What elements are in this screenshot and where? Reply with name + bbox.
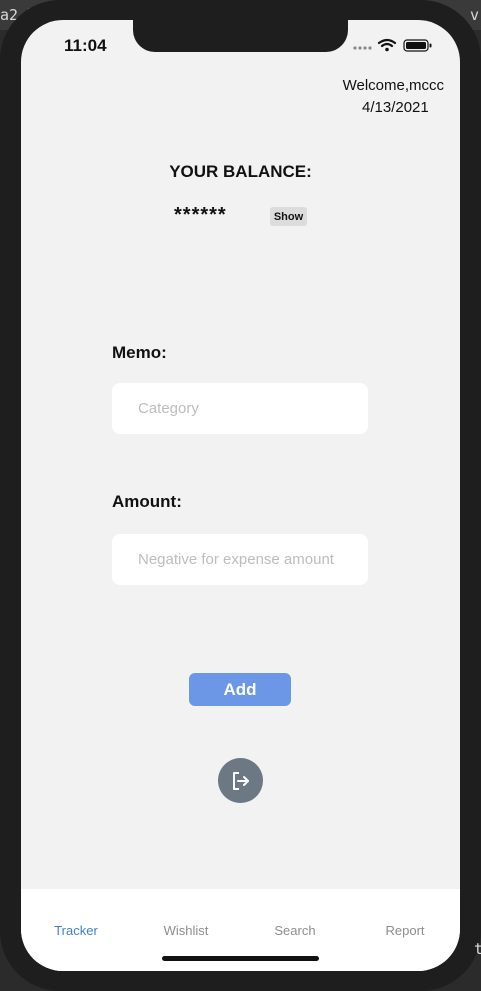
current-date: 4/13/2021 [362,99,429,116]
amount-input[interactable] [112,534,368,585]
app-screen: 11:04 Welcome,mccc 4/13/2021 YOUR BALANC… [21,20,460,971]
wifi-icon [377,38,397,52]
memo-label: Memo: [112,343,167,362]
home-indicator [162,956,319,961]
status-icons [353,38,432,52]
tab-tracker[interactable]: Tracker [21,923,131,938]
show-balance-button[interactable]: Show [270,207,307,226]
add-button[interactable]: Add [189,673,291,706]
signal-icon [353,46,372,50]
memo-input[interactable] [112,383,368,434]
welcome-text: Welcome,mccc [342,77,444,94]
balance-value-masked: ****** [174,204,227,226]
tab-search[interactable]: Search [240,923,350,938]
status-time: 11:04 [64,36,107,55]
background-text-right-lower: t [474,940,481,958]
logout-button[interactable] [218,758,263,803]
tab-wishlist[interactable]: Wishlist [131,923,241,938]
device-notch [133,20,348,52]
logout-icon [232,771,249,790]
background-text-right: v [470,6,480,24]
phone-frame: t 11:04 Welcome,mccc 4/13/2021 YOUR BALA… [0,0,481,991]
balance-title: YOUR BALANCE: [169,162,312,181]
battery-icon [403,39,432,52]
amount-label: Amount: [112,492,182,511]
tab-report[interactable]: Report [350,923,460,938]
